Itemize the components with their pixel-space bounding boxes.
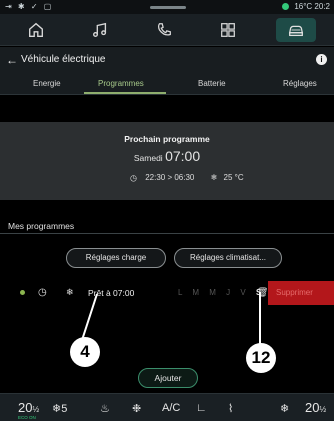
back-arrow-icon[interactable]: ← xyxy=(6,53,18,67)
apps-button[interactable] xyxy=(214,18,242,42)
next-program-time: 07:00 xyxy=(165,148,201,164)
next-program-datetime: Samedi 07:00 xyxy=(0,148,334,164)
fan-icon: ❄ xyxy=(52,403,62,415)
status-icons: ⇥ ✱ ✓ ▢ xyxy=(5,2,54,11)
program-row[interactable]: ◷ ❄ Prêt à 07:00 L M M J V S D 🗑 Supprim… xyxy=(0,281,334,305)
next-program-details: ◷ 22:30 > 06:30 ❄ 25 °C xyxy=(130,173,244,182)
rear-defrost-icon[interactable]: ⌇ xyxy=(228,402,233,415)
home-icon xyxy=(29,22,43,37)
page-header: ← Véhicule électrique i xyxy=(0,47,334,73)
music-icon xyxy=(93,22,107,37)
next-program-heading: Prochain programme xyxy=(124,134,210,144)
callout-4: 4 xyxy=(70,337,100,367)
passenger-temp-frac: ½ xyxy=(319,405,327,414)
notification-handle[interactable] xyxy=(150,6,186,9)
vehicle-button[interactable] xyxy=(276,18,316,42)
program-active-indicator[interactable] xyxy=(20,290,25,295)
tab-energie[interactable]: Energie xyxy=(33,79,61,88)
page-title: Véhicule électrique xyxy=(21,54,106,65)
fan-speed-value: 5 xyxy=(61,403,68,415)
driver-temp-value: 20 xyxy=(18,400,33,415)
section-divider xyxy=(0,233,334,234)
status-clock: 20:2 xyxy=(314,2,330,11)
info-icon[interactable]: i xyxy=(316,54,327,65)
seat-heat-icon[interactable]: ❉ xyxy=(132,402,141,415)
defrost-icon[interactable]: ♨ xyxy=(100,402,110,415)
section-title: Mes programmes xyxy=(8,221,75,231)
climate-icon: ❄ xyxy=(66,287,74,297)
driver-temperature[interactable]: 20½ xyxy=(18,400,39,415)
next-program-day: Samedi xyxy=(133,153,163,163)
status-bar: ⇥ ✱ ✓ ▢ 16°C 20:2 xyxy=(0,0,334,14)
heated-seat-icon[interactable]: ❄ xyxy=(280,402,289,415)
charge-settings-button[interactable]: Réglages charge xyxy=(66,248,166,268)
delete-button[interactable]: Supprimer xyxy=(268,281,334,305)
apps-icon xyxy=(221,23,235,37)
home-button[interactable] xyxy=(22,18,50,42)
climate-settings-button[interactable]: Réglages climatisat... xyxy=(174,248,282,268)
days-inactive: L M M J V xyxy=(178,288,250,297)
callout-line-12 xyxy=(259,292,261,344)
music-button[interactable] xyxy=(86,18,114,42)
main-navigation xyxy=(0,14,334,46)
phone-icon xyxy=(157,23,171,36)
cabin-temperature: 25 °C xyxy=(223,173,244,183)
clock-icon: ◷ xyxy=(38,287,47,298)
status-right: 16°C 20:2 xyxy=(282,2,330,11)
clock-icon: ◷ xyxy=(130,173,137,183)
tab-programmes[interactable]: Programmes xyxy=(98,79,144,88)
seat-icon[interactable]: ∟ xyxy=(196,402,207,414)
add-program-button[interactable]: Ajouter xyxy=(138,368,198,388)
charge-range: 22:30 > 06:30 xyxy=(145,173,195,183)
tab-bar: Energie Programmes Batterie Réglages xyxy=(0,73,334,95)
callout-12: 12 xyxy=(246,343,276,373)
ac-button[interactable]: A/C xyxy=(162,402,180,414)
car-icon xyxy=(288,25,304,37)
outside-temperature: 16°C xyxy=(294,2,313,11)
phone-button[interactable] xyxy=(150,18,178,42)
eco-label: ECO ON xyxy=(18,415,36,420)
active-tab-indicator xyxy=(84,92,166,94)
driver-temp-frac: ½ xyxy=(32,405,40,414)
climate-icon: ❄ xyxy=(210,173,218,183)
passenger-temp-value: 20 xyxy=(305,400,320,415)
fan-speed[interactable]: ❄5 xyxy=(52,402,67,415)
climate-control-bar: 20½ ECO ON ❄5 ♨ ❉ A/C ∟ ⌇ ❄ 20½ xyxy=(0,393,334,421)
passenger-temperature[interactable]: 20½ xyxy=(305,400,326,415)
next-program-card: Prochain programme Samedi 07:00 ◷ 22:30 … xyxy=(0,122,334,200)
tab-reglages[interactable]: Réglages xyxy=(283,79,317,88)
tab-batterie[interactable]: Batterie xyxy=(198,79,226,88)
online-indicator-icon xyxy=(282,3,290,11)
